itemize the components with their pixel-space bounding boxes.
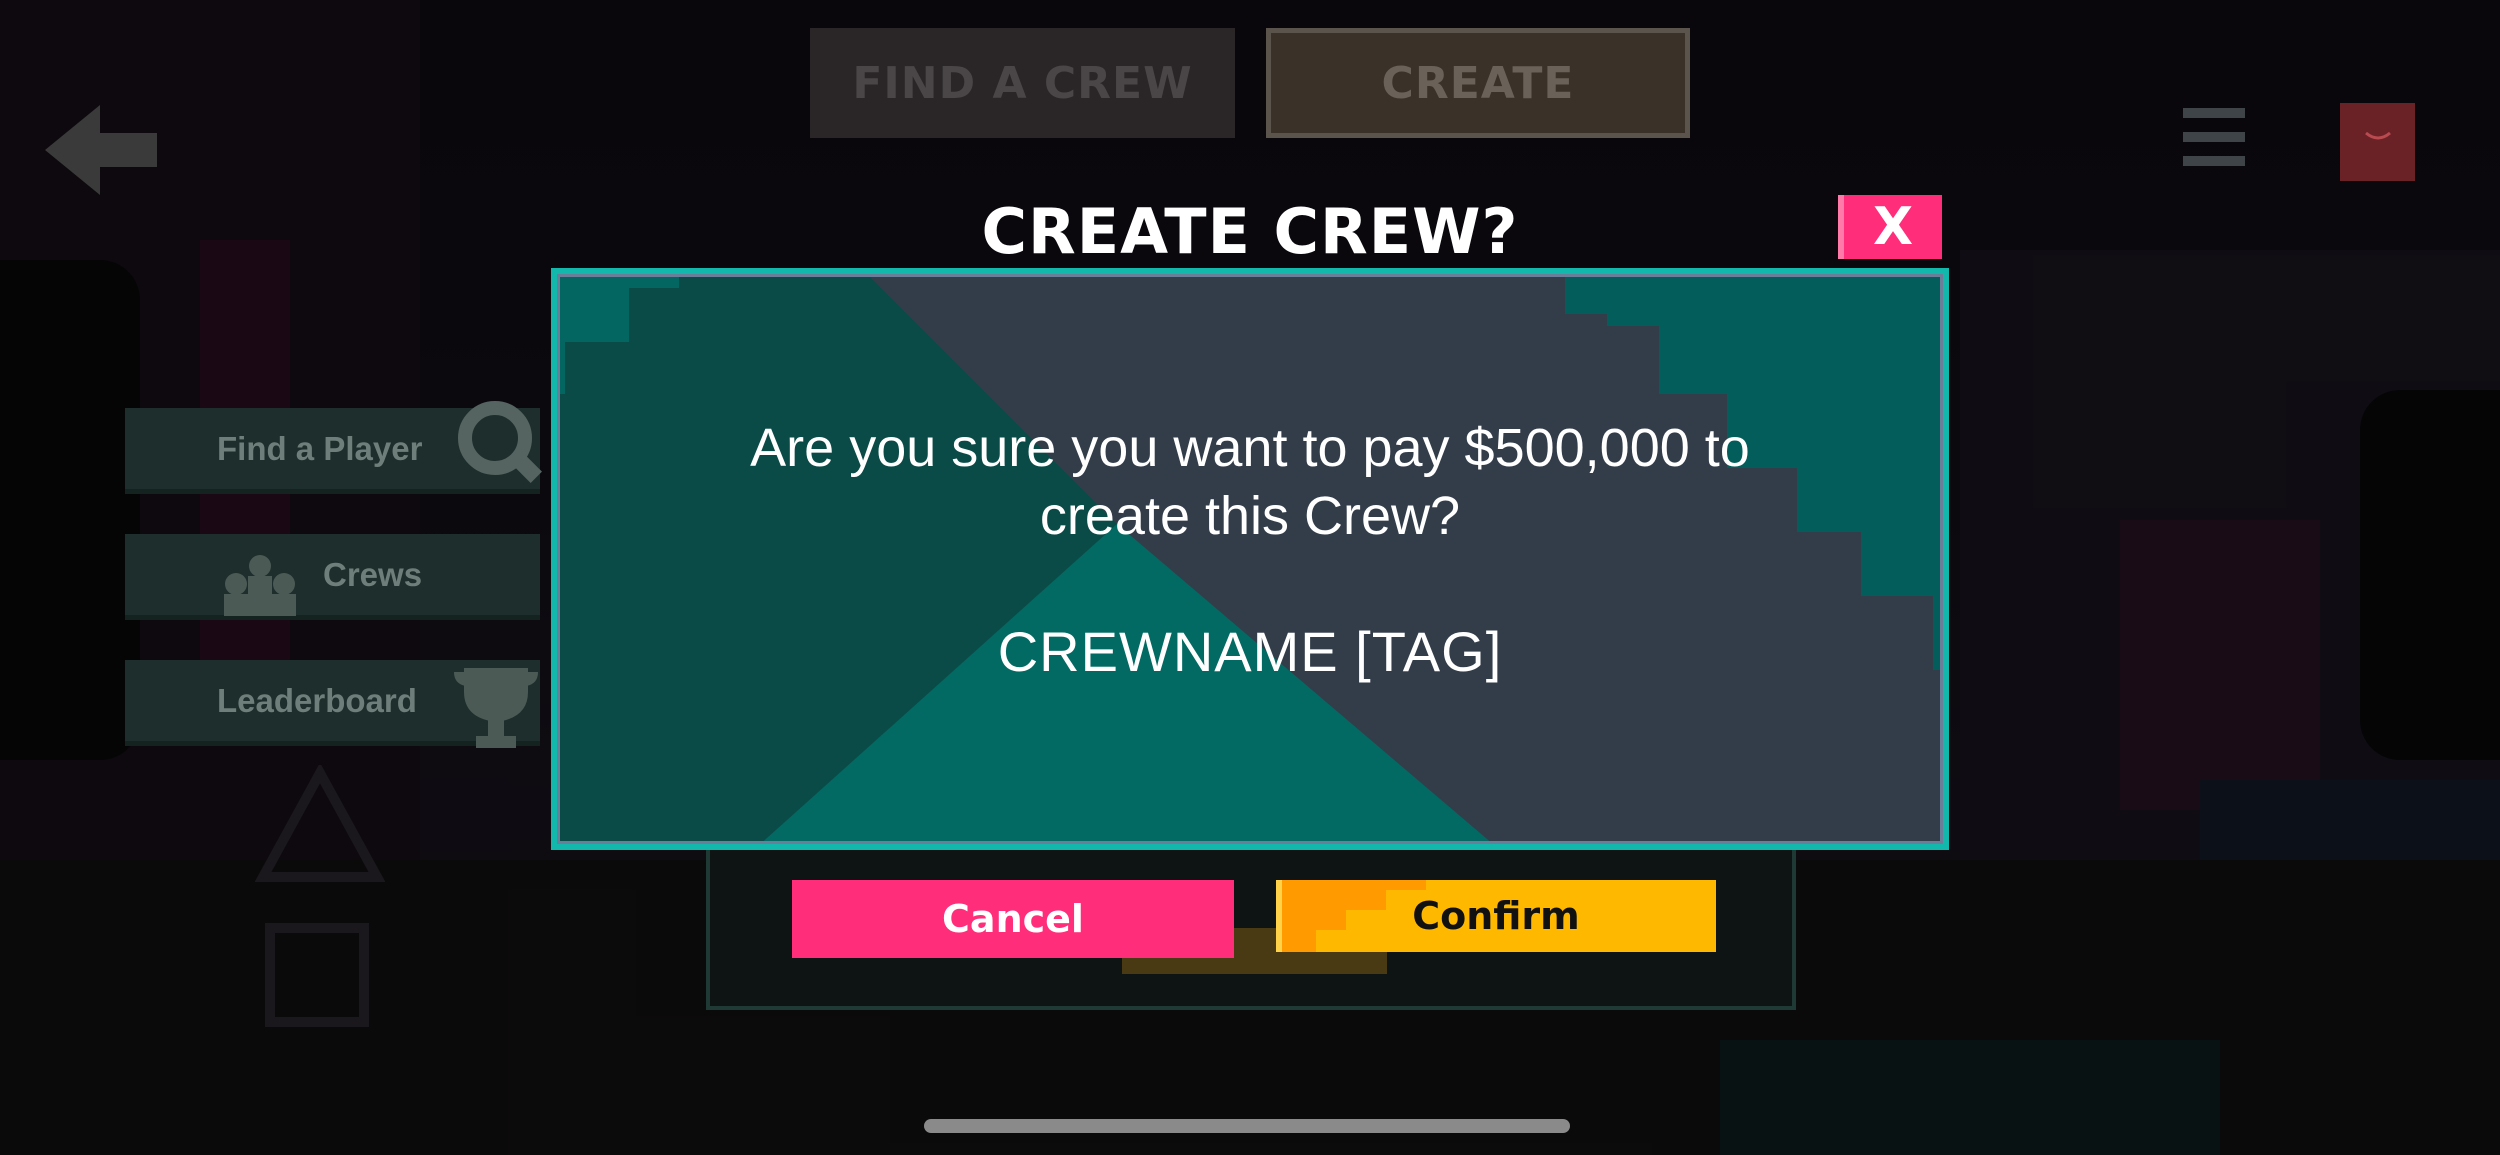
right-edge-shadow [2360,390,2500,760]
back-arrow-icon[interactable] [45,105,160,195]
confirm-dialog: Are you sure you want to pay $500,000 to… [551,268,1949,850]
tab-find-a-crew[interactable]: FIND A CREW [810,28,1235,138]
side-item-crews[interactable]: Crews [125,534,540,620]
crew-people-icon [224,555,296,616]
close-button[interactable]: X [1838,195,1942,259]
player-avatar[interactable] [2340,103,2415,181]
side-item-label: Crews [323,555,423,593]
side-item-label: Leaderboard [217,681,417,719]
tab-create[interactable]: CREATE [1266,28,1690,138]
smile-face-icon [2365,131,2391,140]
confirm-label: Confirm [1412,894,1580,938]
dialog-title: CREATE CREW? [981,195,1519,268]
hamburger-menu-icon[interactable] [2183,108,2245,166]
cancel-button[interactable]: Cancel [792,880,1234,958]
game-screen: FIND A CREW CREATE Find a Player Crews L… [0,0,2500,1155]
left-edge-shadow [0,260,140,760]
crew-name-tag: CREWNAME [TAG] [997,620,1503,683]
home-indicator[interactable] [924,1119,1570,1133]
side-item-label: Find a Player [217,429,423,467]
trophy-icon [454,668,538,748]
dialog-pattern [557,274,1943,844]
dialog-message: Are you sure you want to pay $500,000 to… [750,418,1750,546]
magnifier-icon [458,401,542,483]
confirm-button[interactable]: Confirm [1276,880,1716,952]
